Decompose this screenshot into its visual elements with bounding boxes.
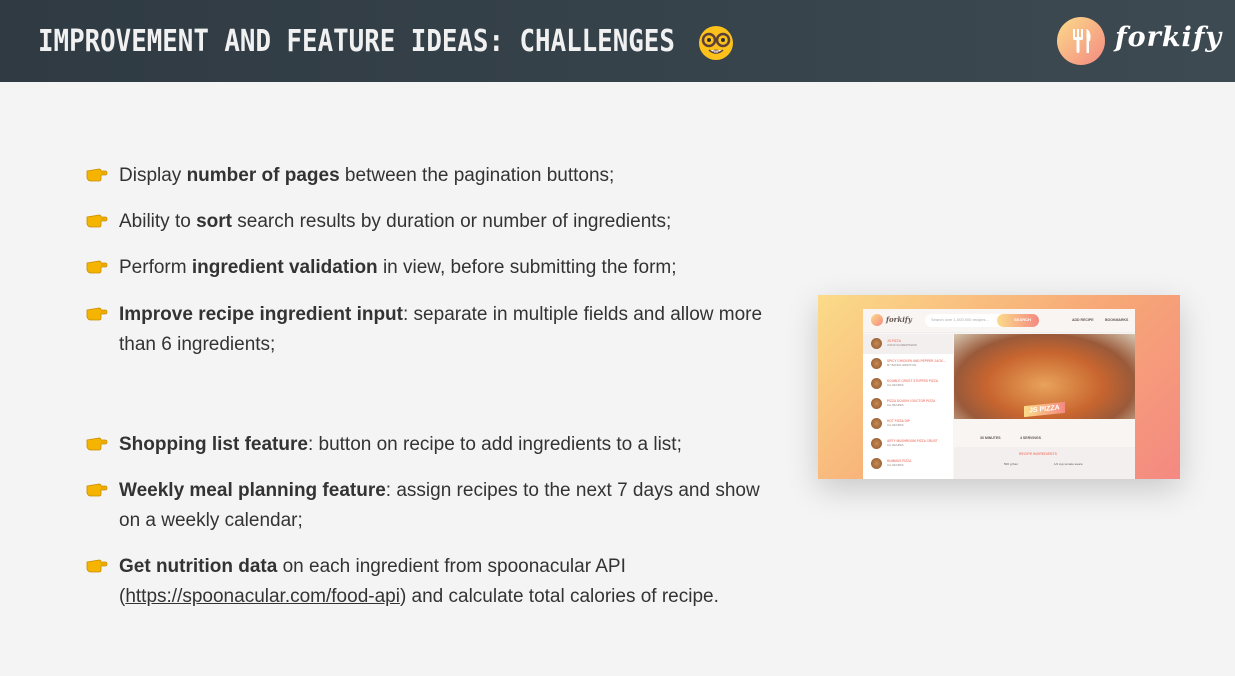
page-title: IMPROVEMENT AND FEATURE IDEAS: CHALLENGE… xyxy=(38,24,675,59)
app-result-item: ARTY MUSHROOM PIZZA CRUST ALL RECIPES xyxy=(863,434,953,454)
app-result-item: HOT PIZZA DIP ALL RECIPES xyxy=(863,414,953,434)
api-link[interactable]: https://spoonacular.com/food-api xyxy=(125,586,400,607)
recipe-thumbnail xyxy=(871,338,882,349)
emphasis-text: Improve recipe ingredient input xyxy=(119,304,403,325)
app-result-publisher: ALL RECIPES xyxy=(887,424,904,427)
recipe-thumbnail xyxy=(871,438,882,449)
body-text: : button on recipe to add ingredients to… xyxy=(307,434,682,455)
pointing-hand-icon xyxy=(86,257,108,275)
app-result-item: HUMMUS PIZZA ALL RECIPES xyxy=(863,454,953,474)
list-item-text: Get nutrition data on each ingredient fr… xyxy=(119,552,769,612)
recipe-cook-time: 30 MINUTES xyxy=(980,436,1001,440)
body-text: between the pagination buttons; xyxy=(339,165,615,186)
recipe-thumbnail xyxy=(871,398,882,409)
list-item-text: Perform ingredient validation in view, b… xyxy=(119,253,769,283)
app-result-publisher: ALL RECIPES xyxy=(887,464,904,467)
app-result-publisher: ALL RECIPES xyxy=(887,444,904,447)
app-result-title: SPICY CHICKEN AND PEPPER JACK... xyxy=(887,359,946,363)
app-result-title: JS PIZZA xyxy=(887,339,901,343)
body-text: ) and calculate total calories of recipe… xyxy=(399,586,719,607)
list-item-text: Display number of pages between the pagi… xyxy=(119,161,769,191)
app-result-item: DOUBLE CRUST STUFFED PIZZA ALL RECIPES xyxy=(863,374,953,394)
app-result-title: HUMMUS PIZZA xyxy=(887,459,912,463)
emphasis-text: number of pages xyxy=(186,165,340,186)
nerd-face-icon xyxy=(699,26,733,60)
emphasis-text: sort xyxy=(196,211,232,232)
app-result-publisher: ALL RECIPES xyxy=(887,384,904,387)
pointing-hand-icon xyxy=(86,434,108,452)
app-result-publisher: ALL RECIPES xyxy=(887,404,904,407)
app-result-title: DOUBLE CRUST STUFFED PIZZA xyxy=(887,379,938,383)
app-brand: forkify xyxy=(886,315,912,324)
pointing-hand-icon xyxy=(86,556,108,574)
fork-knife-icon xyxy=(1073,29,1091,53)
app-results-sidebar: JS PIZZA JONAS SCHMEDTMANN SPICY CHICKEN … xyxy=(863,334,953,479)
list-item-text: Shopping list feature: button on recipe … xyxy=(119,430,769,460)
pointing-hand-icon xyxy=(86,480,108,498)
app-result-item: SPICY CHICKEN AND PEPPER JACK... MY BAKIN… xyxy=(863,354,953,374)
app-result-publisher: MY BAKING ADDICTION xyxy=(887,364,917,367)
app-nav-bookmarks: BOOKMARKS xyxy=(1105,318,1129,322)
emphasis-text: Weekly meal planning feature xyxy=(119,480,386,501)
app-nav-add-recipe: ADD RECIPE xyxy=(1072,318,1094,322)
body-text: Display xyxy=(119,165,187,186)
body-text: in view, before submitting the form; xyxy=(377,257,677,278)
app-screenshot: forkify Search over 1,000,000 recipes...… xyxy=(818,295,1180,479)
body-text: Ability to xyxy=(119,211,197,232)
app-result-title: HOT PIZZA DIP xyxy=(887,419,910,423)
app-result-publisher: JONAS SCHMEDTMANN xyxy=(887,344,917,347)
app-logo-icon xyxy=(871,314,883,326)
header-bar: IMPROVEMENT AND FEATURE IDEAS: CHALLENGE… xyxy=(0,0,1235,82)
app-search-button-label: SEARCH xyxy=(1014,317,1031,322)
emphasis-text: ingredient validation xyxy=(191,257,378,278)
recipe-ingredient: 500 g flour xyxy=(1004,462,1019,466)
forkify-logo-icon xyxy=(1057,17,1105,65)
emphasis-text: Shopping list feature xyxy=(119,434,308,455)
recipe-ingredients-title: RECIPE INGREDIENTS xyxy=(1019,452,1057,456)
app-result-title: PIZZA DOUGH I DOCTOR PIZZA xyxy=(887,399,936,403)
app-window: forkify Search over 1,000,000 recipes...… xyxy=(863,309,1135,479)
recipe-thumbnail xyxy=(871,358,882,369)
pointing-hand-icon xyxy=(86,165,108,183)
body-text: Perform xyxy=(119,257,192,278)
app-search-placeholder: Search over 1,000,000 recipes... xyxy=(931,317,989,322)
pointing-hand-icon xyxy=(86,304,108,322)
brand-name: forkify xyxy=(1115,22,1223,53)
list-item-text: Improve recipe ingredient input: separat… xyxy=(119,300,769,360)
body-text: search results by duration or number of … xyxy=(232,211,672,232)
list-item-text: Weekly meal planning feature: assign rec… xyxy=(119,476,769,536)
pointing-hand-icon xyxy=(86,211,108,229)
app-result-title: ARTY MUSHROOM PIZZA CRUST xyxy=(887,439,938,443)
app-result-item: JS PIZZA JONAS SCHMEDTMANN xyxy=(863,334,953,354)
emphasis-text: Get nutrition data xyxy=(119,556,278,577)
app-result-item: PIZZA DOUGH I DOCTOR PIZZA ALL RECIPES xyxy=(863,394,953,414)
list-item-text: Ability to sort search results by durati… xyxy=(119,207,769,237)
recipe-thumbnail xyxy=(871,418,882,429)
recipe-thumbnail xyxy=(871,458,882,469)
recipe-servings: 4 SERVINGS xyxy=(1020,436,1041,440)
recipe-thumbnail xyxy=(871,378,882,389)
recipe-ingredient: 1/2 cup tomato sauce xyxy=(1054,462,1083,466)
